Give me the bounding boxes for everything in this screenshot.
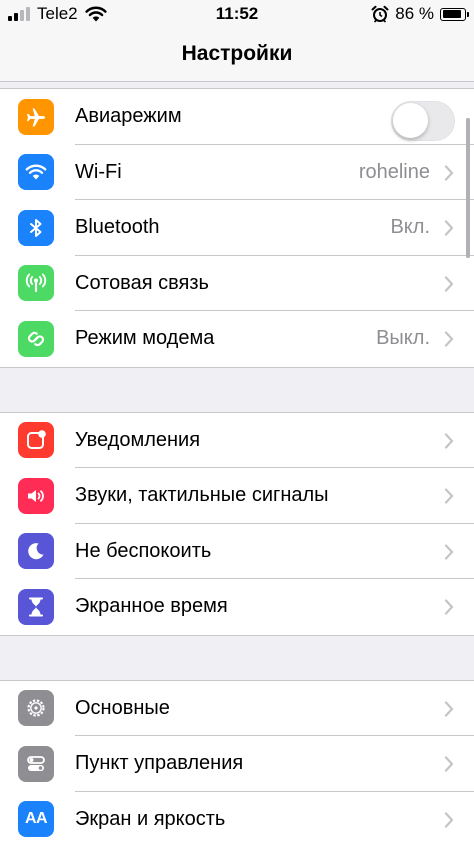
personal-hotspot-icon — [18, 320, 54, 357]
settings-row-display-brightness[interactable]: AA Экран и яркость — [0, 792, 474, 843]
settings-row-label: Звуки, тактильные сигналы — [75, 484, 329, 506]
chevron-right-icon — [444, 488, 454, 504]
chevron-right-icon — [444, 700, 454, 717]
speaker-icon — [18, 477, 54, 514]
battery-icon — [440, 7, 469, 21]
hotspot-status-value: Выкл. — [376, 327, 430, 349]
control-center-icon — [18, 745, 54, 782]
settings-group-connectivity: Авиарежим Wi-Fi roheline Bluetooth Вкл. — [0, 88, 474, 368]
hourglass-icon — [18, 588, 54, 625]
settings-list: Авиарежим Wi-Fi roheline Bluetooth Вкл. — [0, 82, 474, 843]
battery-percentage: 86 % — [395, 4, 434, 23]
chevron-right-icon — [444, 811, 454, 828]
settings-row-control-center[interactable]: Пункт управления — [0, 736, 474, 792]
gear-icon — [18, 690, 54, 726]
settings-row-label: Экранное время — [75, 595, 228, 617]
chevron-right-icon — [444, 543, 454, 560]
settings-row-notifications[interactable]: Уведомления — [0, 413, 474, 468]
page-title: Настройки — [181, 42, 293, 65]
settings-group-general: Основные Пункт управления AA Экран и ярк… — [0, 679, 474, 843]
chevron-right-icon — [444, 164, 454, 181]
notifications-icon — [18, 422, 54, 458]
airplane-mode-toggle[interactable] — [391, 101, 455, 141]
settings-row-label: Основные — [75, 696, 170, 719]
settings-row-airplane-mode[interactable]: Авиарежим — [0, 89, 474, 145]
wifi-network-value: roheline — [358, 160, 430, 183]
settings-row-personal-hotspot[interactable]: Режим модема Выкл. — [0, 311, 474, 367]
settings-row-screen-time[interactable]: Экранное время — [0, 579, 474, 635]
navigation-bar: Настройки — [0, 30, 474, 82]
cellular-antenna-icon — [18, 265, 54, 301]
settings-row-general[interactable]: Основные — [0, 681, 474, 736]
settings-row-label: Не беспокоить — [75, 539, 212, 562]
settings-row-label: Уведомления — [75, 428, 201, 451]
chevron-right-icon — [444, 599, 454, 615]
status-bar-right: 86 % — [371, 4, 469, 24]
settings-row-label: Wi-Fi — [75, 160, 122, 183]
settings-row-label: Bluetooth — [75, 216, 160, 238]
chevron-right-icon — [444, 331, 454, 347]
wifi-icon — [18, 154, 54, 190]
chevron-right-icon — [444, 220, 454, 236]
display-brightness-icon: AA — [18, 801, 54, 837]
settings-row-bluetooth[interactable]: Bluetooth Вкл. — [0, 200, 474, 256]
moon-icon — [18, 533, 54, 569]
alarm-icon — [371, 5, 389, 23]
chevron-right-icon — [444, 756, 454, 772]
chevron-right-icon — [444, 275, 454, 292]
bluetooth-icon — [18, 209, 54, 246]
scrollbar[interactable] — [466, 118, 470, 258]
chevron-right-icon — [444, 432, 454, 449]
settings-row-do-not-disturb[interactable]: Не беспокоить — [0, 524, 474, 579]
settings-row-sounds[interactable]: Звуки, тактильные сигналы — [0, 468, 474, 524]
bluetooth-status-value: Вкл. — [390, 216, 430, 238]
airplane-icon — [18, 98, 54, 135]
settings-row-wifi[interactable]: Wi-Fi roheline — [0, 145, 474, 200]
settings-row-label: Авиарежим — [75, 105, 182, 127]
settings-row-label: Экран и яркость — [75, 807, 226, 830]
settings-row-label: Режим модема — [75, 327, 215, 349]
battery-fill — [442, 10, 461, 18]
display-icon-text: AA — [24, 810, 48, 827]
settings-group-notifications: Уведомления Звуки, тактильные сигналы Не… — [0, 411, 474, 636]
settings-row-label: Сотовая связь — [75, 271, 209, 294]
settings-row-label: Пункт управления — [75, 752, 244, 774]
settings-row-cellular[interactable]: Сотовая связь — [0, 256, 474, 311]
status-bar: Tele2 11:52 86 % — [0, 0, 474, 30]
